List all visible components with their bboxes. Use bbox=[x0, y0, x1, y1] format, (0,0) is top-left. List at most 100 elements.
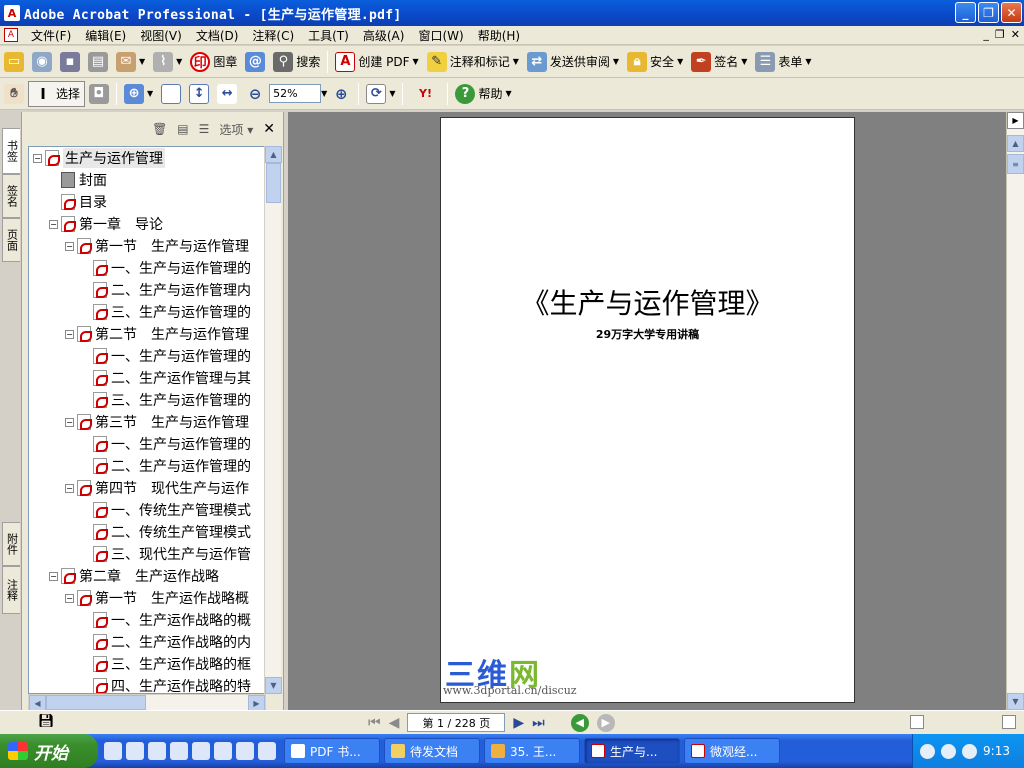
next-view-icon[interactable]: ▶ bbox=[596, 713, 615, 732]
tab-bookmarks[interactable]: 书签 bbox=[2, 128, 20, 174]
scroll-down-icon[interactable]: ▼ bbox=[265, 677, 282, 694]
bookmark-item[interactable]: 三、生产与运作管理的 bbox=[81, 301, 251, 323]
attach-button[interactable]: ⌇ ▼ bbox=[149, 49, 186, 75]
winamp-icon[interactable] bbox=[148, 742, 166, 760]
volume-icon[interactable] bbox=[941, 743, 957, 759]
actual-size-button[interactable] bbox=[157, 81, 185, 107]
scroll-thumb[interactable] bbox=[266, 163, 281, 203]
close-panel-icon[interactable]: ✕ bbox=[263, 121, 275, 137]
bookmark-item[interactable]: − 生产与运作管理 bbox=[33, 147, 165, 169]
minimize-button[interactable]: _ bbox=[955, 2, 976, 23]
fit-width-button[interactable]: ↔ bbox=[213, 81, 241, 107]
yahoo-button[interactable]: Y! bbox=[406, 81, 444, 107]
new-bookmark-icon[interactable]: ▤ bbox=[177, 122, 188, 136]
print-button[interactable]: ▤ bbox=[84, 49, 112, 75]
word-icon[interactable] bbox=[214, 742, 232, 760]
bookmark-item[interactable]: 三、现代生产与运作管 bbox=[81, 543, 251, 565]
save-button[interactable]: ▪ bbox=[56, 49, 84, 75]
bookmark-item[interactable]: 一、生产运作战略的概 bbox=[81, 609, 251, 631]
menu-advanced[interactable]: 高级(A) bbox=[356, 27, 412, 44]
tab-comments[interactable]: 注释 bbox=[2, 566, 20, 614]
hscroll-thumb[interactable] bbox=[46, 695, 146, 710]
bookmark-item[interactable]: − 第一节 生产运作战略概 bbox=[65, 587, 249, 609]
security-button[interactable]: 🔒︎ 安全 ▼ bbox=[623, 49, 687, 75]
tab-attachments[interactable]: 附件 bbox=[2, 522, 20, 566]
explorer-icon[interactable] bbox=[126, 742, 144, 760]
send-button[interactable]: @ bbox=[241, 49, 269, 75]
maximize-button[interactable]: ❐ bbox=[978, 2, 999, 23]
hand-tool-button[interactable]: ✋︎ bbox=[0, 81, 28, 107]
bookmark-item[interactable]: − 第四节 现代生产与运作 bbox=[65, 477, 249, 499]
ie-icon[interactable] bbox=[104, 742, 122, 760]
collapse-icon[interactable]: − bbox=[49, 571, 58, 581]
photo-icon[interactable] bbox=[192, 742, 210, 760]
bookmark-item[interactable]: 二、生产与运作管理内 bbox=[81, 279, 251, 301]
doc-restore-icon[interactable]: ❐ bbox=[995, 28, 1005, 41]
stamp-button[interactable]: 印图章 bbox=[186, 49, 241, 75]
bookmark-item[interactable]: 目录 bbox=[49, 191, 107, 213]
create-pdf-button[interactable]: A 创建 PDF ▼ bbox=[331, 49, 422, 75]
bookmark-item[interactable]: − 第一节 生产与运作管理 bbox=[65, 235, 249, 257]
bookmark-item[interactable]: 三、生产运作战略的框 bbox=[81, 653, 251, 675]
taskbar-item-acrobat[interactable]: 生产与... bbox=[584, 738, 680, 764]
snapshot-button[interactable]: ◘ bbox=[85, 81, 113, 107]
bookmark-item[interactable]: 一、生产与运作管理的 bbox=[81, 257, 251, 279]
bookmark-horizontal-scrollbar[interactable]: ◀ ▶ bbox=[28, 694, 266, 712]
forms-button[interactable]: ☰ 表单 ▼ bbox=[751, 49, 815, 75]
open-button[interactable]: ▭ bbox=[0, 49, 28, 75]
menu-tools[interactable]: 工具(T) bbox=[301, 27, 356, 44]
collapse-icon[interactable]: − bbox=[49, 219, 58, 229]
doc-minimize-icon[interactable]: _ bbox=[983, 28, 989, 41]
first-page-icon[interactable]: ⏮︎ bbox=[368, 715, 381, 731]
scroll-up-icon[interactable]: ▲ bbox=[265, 146, 282, 163]
bookmark-item[interactable]: 一、生产与运作管理的 bbox=[81, 345, 251, 367]
last-page-icon[interactable]: ⏭︎ bbox=[532, 715, 545, 731]
bookmark-vertical-scrollbar[interactable]: ▲ ▼ bbox=[264, 146, 282, 694]
zoom-in-tool-button[interactable]: ⊕ ▼ bbox=[120, 81, 157, 107]
previous-view-icon[interactable]: ◀ bbox=[570, 713, 589, 732]
tab-signatures[interactable]: 签名 bbox=[2, 174, 20, 218]
tab-pages[interactable]: 页面 bbox=[2, 218, 20, 262]
single-page-icon[interactable] bbox=[910, 715, 924, 729]
doc-scroll-up-icon[interactable]: ▲ bbox=[1007, 135, 1024, 152]
pdf-page[interactable]: 《生产与运作管理》 29万字大学专用讲稿 三维网 www.3dportal.cn… bbox=[440, 117, 855, 703]
bookmark-item[interactable]: 一、生产与运作管理的 bbox=[81, 433, 251, 455]
taskbar-item-pdf-book[interactable]: PDF 书... bbox=[284, 738, 380, 764]
collapse-icon[interactable]: − bbox=[65, 417, 74, 427]
bookmark-item[interactable]: 二、传统生产管理模式 bbox=[81, 521, 251, 543]
send-review-button[interactable]: ⇄ 发送供审阅 ▼ bbox=[523, 49, 623, 75]
collapse-icon[interactable]: − bbox=[65, 593, 74, 603]
bookmark-item[interactable]: 一、传统生产管理模式 bbox=[81, 499, 251, 521]
doc-scroll-thumb[interactable]: ≡ bbox=[1007, 154, 1024, 174]
document-icon[interactable]: A bbox=[4, 28, 18, 42]
rotate-view-button[interactable]: ⟳ ▼ bbox=[362, 81, 399, 107]
organizer-button[interactable]: ◉ bbox=[28, 49, 56, 75]
menu-help[interactable]: 帮助(H) bbox=[471, 27, 527, 44]
bookmark-item[interactable]: 二、生产运作管理与其 bbox=[81, 367, 251, 389]
menu-document[interactable]: 文档(D) bbox=[189, 27, 246, 44]
zoom-out-button[interactable]: ⊖ bbox=[241, 81, 269, 107]
bookmark-item[interactable]: − 第二节 生产与运作管理 bbox=[65, 323, 249, 345]
zoom-input[interactable]: 52% bbox=[269, 84, 322, 103]
comment-markup-button[interactable]: ✎ 注释和标记 ▼ bbox=[423, 49, 523, 75]
download-icon[interactable] bbox=[258, 742, 276, 760]
taskbar-item-35[interactable]: 35. 王... bbox=[484, 738, 580, 764]
menu-window[interactable]: 窗口(W) bbox=[411, 27, 470, 44]
doc-close-icon[interactable]: ✕ bbox=[1011, 28, 1020, 41]
menu-edit[interactable]: 编辑(E) bbox=[78, 27, 133, 44]
menu-file[interactable]: 文件(F) bbox=[24, 27, 78, 44]
help-button[interactable]: ? 帮助 ▼ bbox=[451, 81, 515, 107]
bookmark-item[interactable]: 二、生产与运作管理的 bbox=[81, 455, 251, 477]
menu-comments[interactable]: 注释(C) bbox=[245, 27, 301, 44]
expand-bookmark-icon[interactable]: ☰ bbox=[199, 122, 210, 136]
collapse-icon[interactable]: − bbox=[65, 483, 74, 493]
email-button[interactable]: ✉ ▼ bbox=[112, 49, 149, 75]
taskbar-item-micro-econ[interactable]: 微观经... bbox=[684, 738, 780, 764]
menu-view[interactable]: 视图(V) bbox=[133, 27, 189, 44]
page-number-input[interactable]: 第 1 / 228 页 bbox=[407, 713, 506, 732]
delete-bookmark-icon[interactable]: 🗑︎ bbox=[152, 122, 167, 136]
bookmark-item[interactable]: − 第二章 生产运作战略 bbox=[49, 565, 219, 587]
taskbar-item-pending-docs[interactable]: 待发文档 bbox=[384, 738, 480, 764]
fit-page-button[interactable]: ↕ bbox=[185, 81, 213, 107]
bookmark-item[interactable]: 二、生产运作战略的内 bbox=[81, 631, 251, 653]
